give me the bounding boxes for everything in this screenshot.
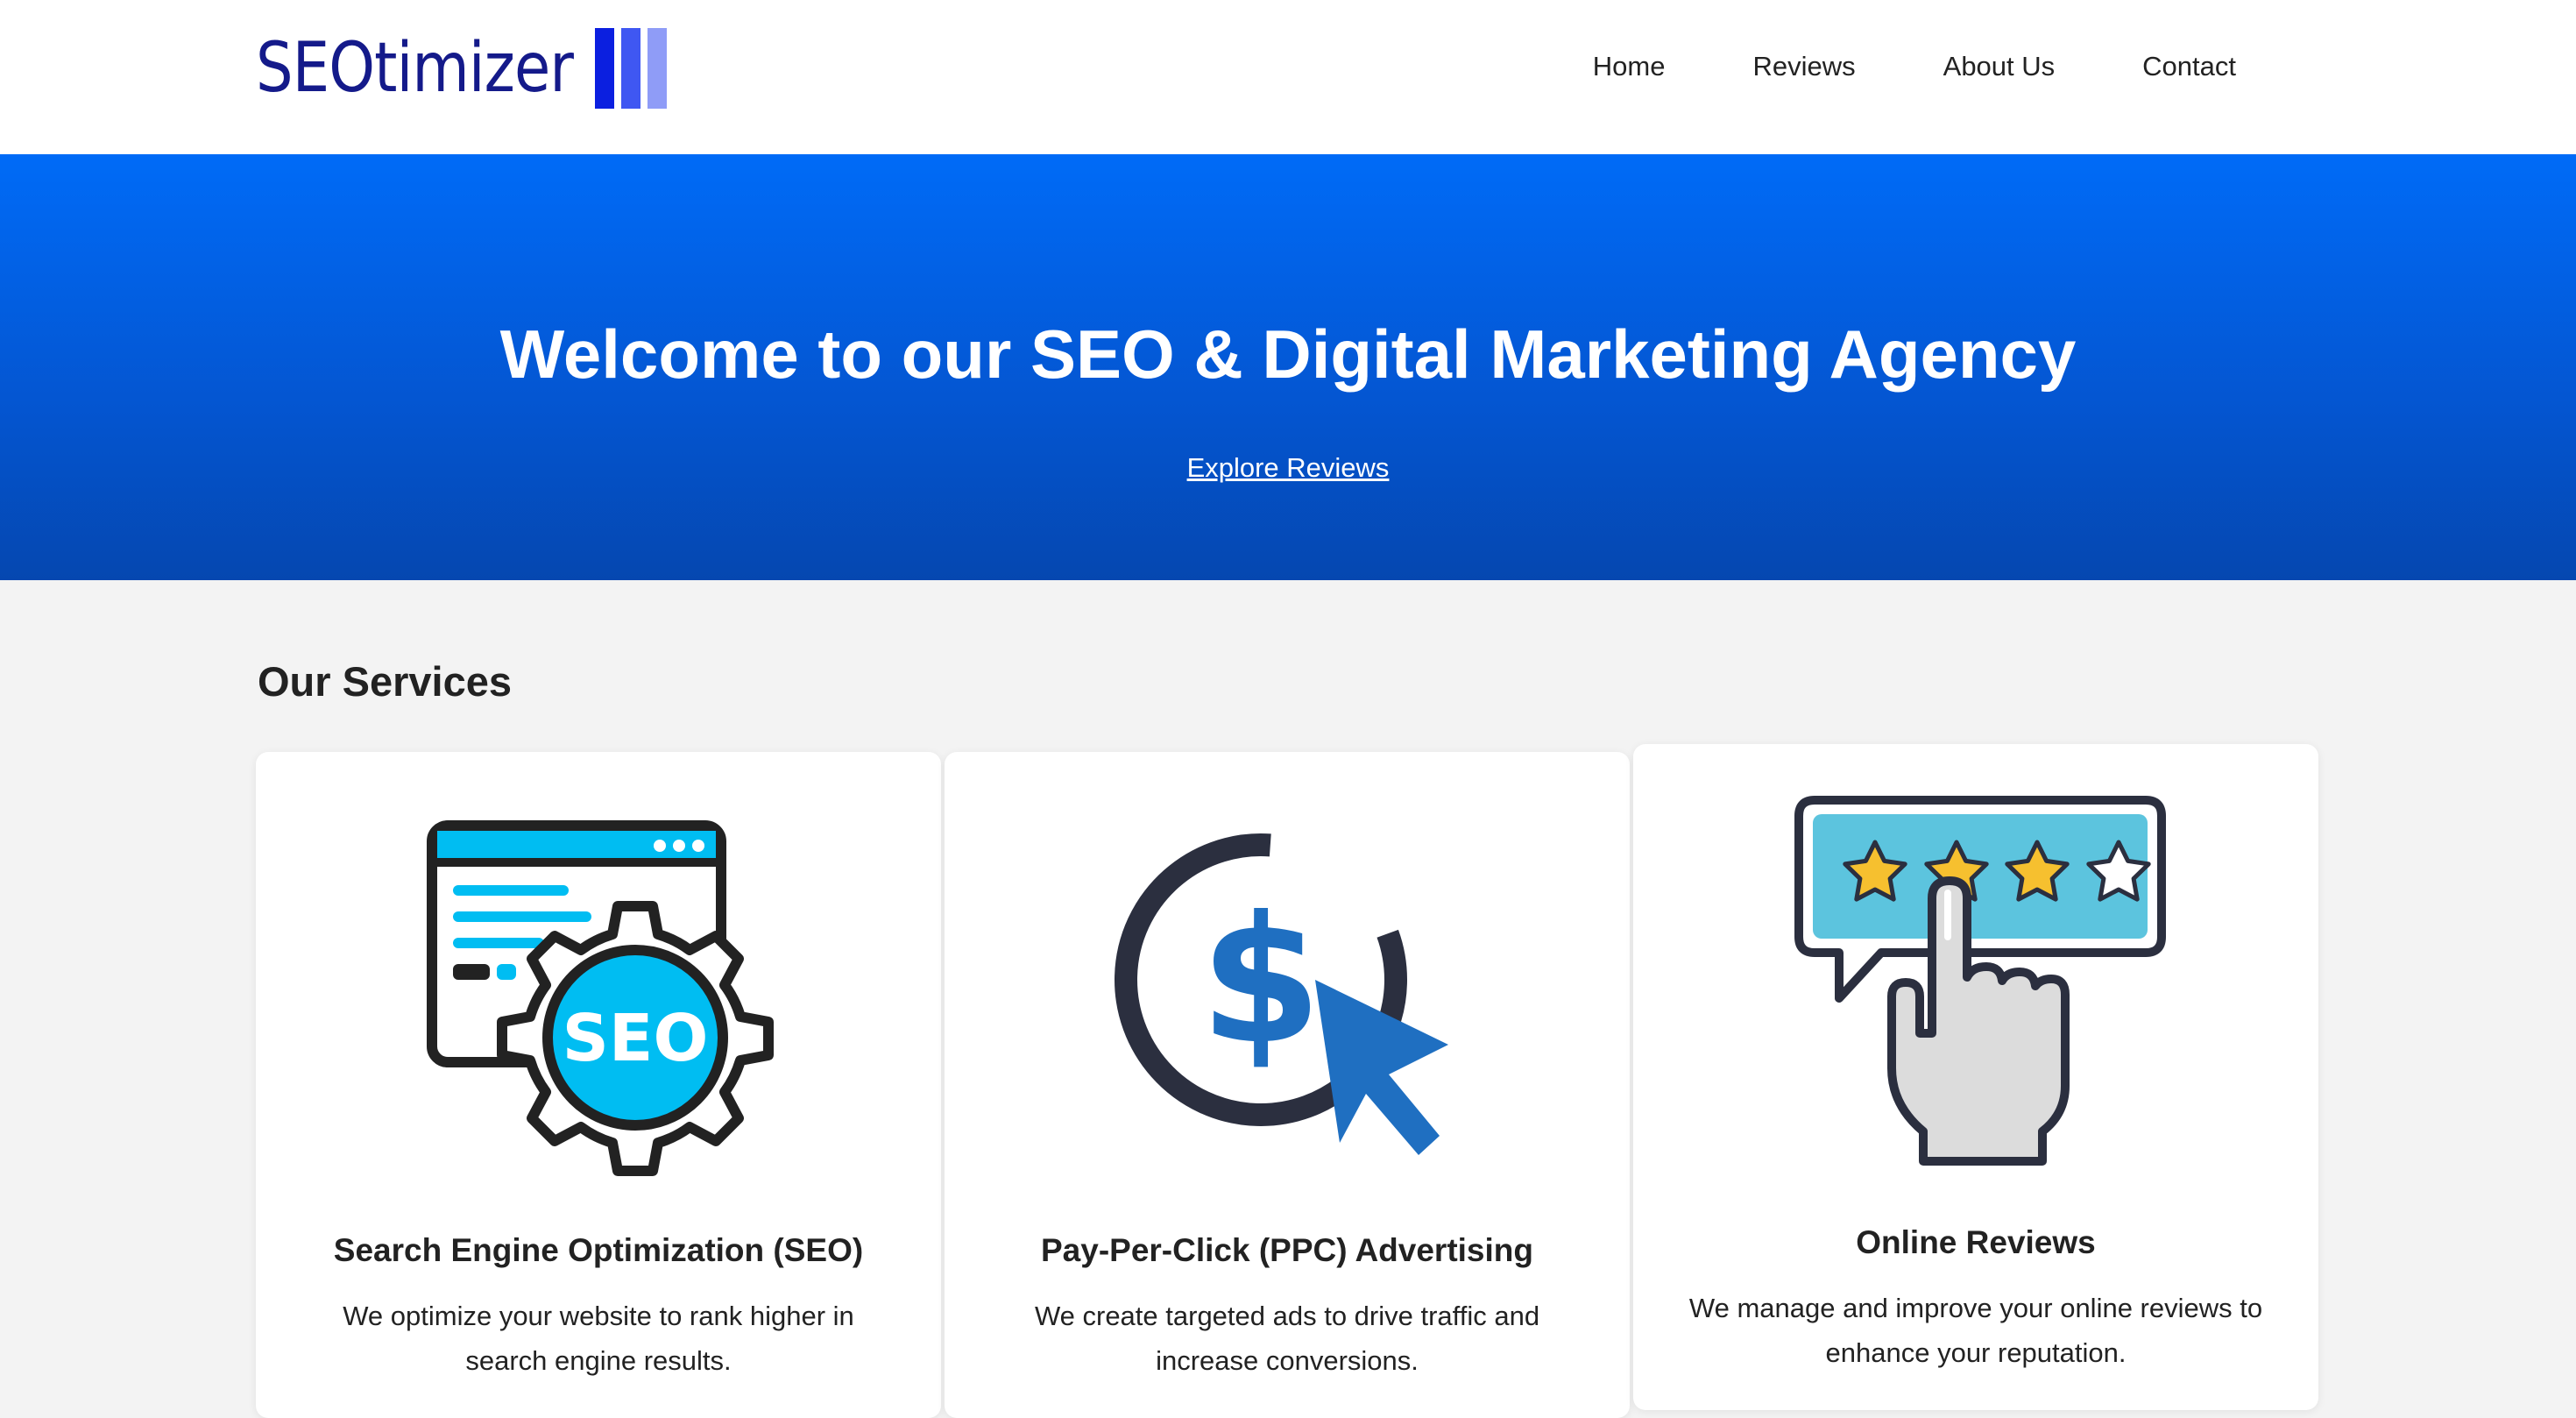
service-card-seo[interactable]: SEO Search Engine Optimization (SEO) We …	[256, 752, 941, 1418]
service-desc-ppc: We create targeted ads to drive traffic …	[1034, 1301, 1540, 1376]
svg-text:$: $	[1200, 879, 1321, 1083]
service-desc-reviews: We manage and improve your online review…	[1688, 1293, 2263, 1368]
explore-reviews-link[interactable]: Explore Reviews	[0, 452, 2576, 484]
hero-title: Welcome to our SEO & Digital Marketing A…	[499, 316, 2077, 393]
logo-text: SEOtimizer	[256, 29, 574, 108]
logo-bars-icon	[595, 28, 668, 109]
services-title: Our Services	[258, 658, 513, 705]
site-logo[interactable]: SEOtimizer	[256, 26, 668, 110]
nav-home-link[interactable]: Home	[1593, 51, 1666, 82]
service-title-ppc: Pay-Per-Click (PPC) Advertising	[1040, 1232, 1533, 1268]
nav-reviews-link[interactable]: Reviews	[1752, 51, 1855, 82]
service-card-ppc[interactable]: $ Pay-Per-Click (PPC) Advertising We cre…	[945, 752, 1630, 1418]
service-card-reviews[interactable]: Online Reviews We manage and improve you…	[1633, 744, 2318, 1410]
nav-contact-link[interactable]: Contact	[2142, 51, 2236, 82]
site-header: SEOtimizer Home Reviews About Us Contact	[0, 0, 2576, 154]
main-nav: Home Reviews About Us Contact	[1593, 44, 2236, 89]
service-title-seo: Search Engine Optimization (SEO)	[333, 1232, 864, 1268]
seo-badge-text: SEO	[563, 1001, 709, 1076]
nav-about-link[interactable]: About Us	[1943, 51, 2056, 82]
ppc-dollar-cursor-icon: $	[1115, 833, 1448, 1155]
seo-gear-icon: SEO	[427, 820, 774, 1176]
review-stars-hand-icon	[1794, 796, 2166, 1166]
service-desc-seo: We optimize your website to rank higher …	[343, 1301, 854, 1376]
service-title-reviews: Online Reviews	[1856, 1224, 2096, 1260]
hero-banner: Welcome to our SEO & Digital Marketing A…	[0, 154, 2576, 580]
